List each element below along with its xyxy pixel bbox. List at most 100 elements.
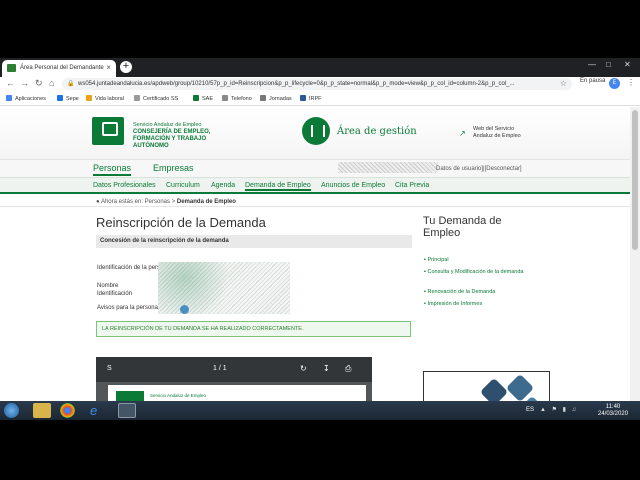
home-icon[interactable]: ⌂ xyxy=(49,78,54,88)
maximize-icon[interactable]: □ xyxy=(606,60,611,69)
site-favicon-icon xyxy=(7,64,16,72)
address-bar[interactable]: 🔒 ws054.juntadeandalucia.es/apdweb/group… xyxy=(62,78,572,90)
pdf-file-name: S xyxy=(107,365,112,372)
screen: Área Personal del Demandante × + — □ ✕ ←… xyxy=(0,58,640,420)
chrome-icon[interactable] xyxy=(60,403,75,418)
bookmark-icon xyxy=(86,95,92,101)
subnav-curriculum[interactable]: Curriculum xyxy=(166,182,200,189)
scrollbar-thumb[interactable] xyxy=(632,110,638,250)
close-tab-icon[interactable]: × xyxy=(106,63,111,72)
app-window-icon[interactable] xyxy=(118,403,136,418)
browser-tab[interactable]: Área Personal del Demandante × xyxy=(2,60,116,77)
bookmark-label: Telefono xyxy=(231,96,252,102)
window-close-icon[interactable]: ✕ xyxy=(624,60,631,69)
clock-date: 24/03/2020 xyxy=(598,411,629,417)
bookmark-star-icon[interactable]: ☆ xyxy=(560,79,567,88)
sidebar-title: Tu Demanda de Empleo xyxy=(423,215,502,239)
language-indicator[interactable]: ES xyxy=(526,407,534,413)
bookmark-label: IRPF xyxy=(309,96,322,102)
bookmarks-bar: Aplicaciones Sepe Vida laboral Certificado … xyxy=(0,91,640,106)
globe-icon xyxy=(180,305,189,314)
tab-personas[interactable]: Personas xyxy=(93,163,132,176)
sidebar-link-consulta-label: Consulta y Modificación de la demanda xyxy=(427,269,524,275)
subnav-anuncios-empleo[interactable]: Anuncios de Empleo xyxy=(321,182,385,189)
download-icon[interactable]: ↧ xyxy=(323,364,330,373)
user-links[interactable]: Datos de usuario]|[Desconectar] xyxy=(436,166,522,172)
subnav-agenda[interactable]: Agenda xyxy=(211,182,235,189)
profile-avatar[interactable]: E xyxy=(609,78,620,89)
divider xyxy=(0,206,630,207)
lock-icon: 🔒 xyxy=(67,81,75,87)
start-button[interactable] xyxy=(4,403,19,418)
redacted-personal-data xyxy=(158,262,290,314)
bookmark-label: SAE xyxy=(202,96,214,102)
web-sae-link[interactable]: Web del Servicio Andaluz de Empleo xyxy=(473,126,533,140)
windows-taskbar: e ES ▲ ⚑ ▮ ♫ 11:40 24/03/2020 xyxy=(0,401,640,420)
internet-explorer-icon[interactable]: e xyxy=(90,403,108,418)
web-page: Servicio Andaluz de Empleo CONSEJERÍA DE… xyxy=(0,107,630,420)
subnav-cita-previa[interactable]: Cita Previa xyxy=(395,182,429,189)
file-explorer-icon[interactable] xyxy=(33,403,51,418)
bookmark-item[interactable]: Aplicaciones xyxy=(6,95,46,102)
print-icon[interactable]: ⎙ xyxy=(345,364,351,374)
org-department: CONSEJERÍA DE EMPLEO, FORMACIÓN Y TRABAJ… xyxy=(133,129,211,149)
browser-menu-icon[interactable]: ⋮ xyxy=(627,78,635,87)
back-icon[interactable]: ← xyxy=(6,78,15,88)
org-name: Servicio Andaluz de Empleo xyxy=(133,122,202,128)
area-gestion-title[interactable]: Área de gestión xyxy=(337,126,417,137)
bookmark-label: Aplicaciones xyxy=(15,96,46,102)
bookmark-item[interactable]: Vida laboral xyxy=(86,95,124,102)
sidebar-link-impresion[interactable]: ▪ Impresión de Informes xyxy=(424,301,524,308)
reload-icon[interactable]: ↻ xyxy=(35,78,43,89)
bookmark-item[interactable]: Sepe xyxy=(57,95,79,102)
field-label-avisos: Avisos para la persona xyxy=(97,305,158,311)
sub-navigation: Datos Profesionales Curriculum Agenda De… xyxy=(0,177,630,194)
junta-andalucia-logo[interactable] xyxy=(92,117,124,145)
sidebar-link-consulta[interactable]: ▪ Consulta y Modificación de la demanda xyxy=(424,269,524,276)
bookmark-icon xyxy=(300,95,306,101)
sidebar-link-impresion-label: Impresión de Informes xyxy=(427,301,483,307)
sidebar-link-principal-label: Principal xyxy=(427,257,449,263)
sidebar-link-renovacion-label: Renovación de la Demanda xyxy=(427,289,496,295)
user-name-redacted xyxy=(338,162,438,173)
bookmark-item[interactable]: IRPF xyxy=(300,95,322,102)
sidebar-link-renovacion[interactable]: ▪ Renovación de la Demanda xyxy=(424,289,524,296)
breadcrumb-personas[interactable]: Personas xyxy=(145,199,170,205)
section-header: Concesión de la reinscripción de la dema… xyxy=(96,235,412,248)
bookmark-item[interactable]: SAE xyxy=(193,95,213,102)
clock-time: 11:40 xyxy=(605,404,621,410)
external-link-icon[interactable]: ↗ xyxy=(459,129,466,138)
bookmark-icon xyxy=(57,95,63,101)
sync-paused-label[interactable]: En pausa xyxy=(580,78,605,84)
bookmark-item[interactable]: Jornadas xyxy=(260,95,292,102)
sidebar-link-principal[interactable]: ▪ Principal xyxy=(424,257,524,264)
bookmark-item[interactable]: Telefono xyxy=(222,95,252,102)
area-gestion-icon[interactable] xyxy=(302,117,330,145)
field-label-nombre: Nombre xyxy=(97,283,119,289)
bookmark-icon xyxy=(222,95,228,101)
success-message: LA REINSCRIPCIÓN DE TU DEMANDA SE HA REA… xyxy=(96,321,411,337)
tab-empresas[interactable]: Empresas xyxy=(153,163,194,173)
rotate-icon[interactable]: ↻ xyxy=(300,364,307,373)
clock[interactable]: 11:40 24/03/2020 xyxy=(598,404,628,418)
subnav-demanda-empleo[interactable]: Demanda de Empleo xyxy=(245,182,311,191)
tab-title: Área Personal del Demandante xyxy=(20,65,104,71)
new-tab-button[interactable]: + xyxy=(120,61,132,73)
pdf-toolbar: S 1 / 1 ↻ ↧ ⎙ xyxy=(96,357,372,382)
url-text: ws054.juntadeandalucia.es/apdweb/group/1… xyxy=(78,81,515,87)
pdf-logo xyxy=(116,391,144,401)
main-tabs-row: Personas Empresas Datos de usuario]|[Des… xyxy=(0,159,630,177)
tab-strip: Área Personal del Demandante × + — □ ✕ xyxy=(0,58,640,77)
bookmark-icon xyxy=(193,95,199,101)
breadcrumb: ● Ahora estás en: Personas > Demanda de … xyxy=(96,199,236,205)
minimize-icon[interactable]: — xyxy=(588,60,596,69)
breadcrumb-separator: > xyxy=(171,199,176,205)
bookmark-item[interactable]: Certificado SS xyxy=(134,95,178,102)
system-tray-icons[interactable]: ▲ ⚑ ▮ ♫ xyxy=(540,406,578,413)
bookmark-icon xyxy=(134,95,140,101)
subnav-datos-profesionales[interactable]: Datos Profesionales xyxy=(93,182,156,189)
forward-icon[interactable]: → xyxy=(20,78,29,88)
browser-toolbar: ← → ↻ ⌂ 🔒 ws054.juntadeandalucia.es/apdw… xyxy=(0,77,640,91)
bookmark-label: Vida laboral xyxy=(95,96,124,102)
bookmark-label: Sepe xyxy=(66,96,79,102)
